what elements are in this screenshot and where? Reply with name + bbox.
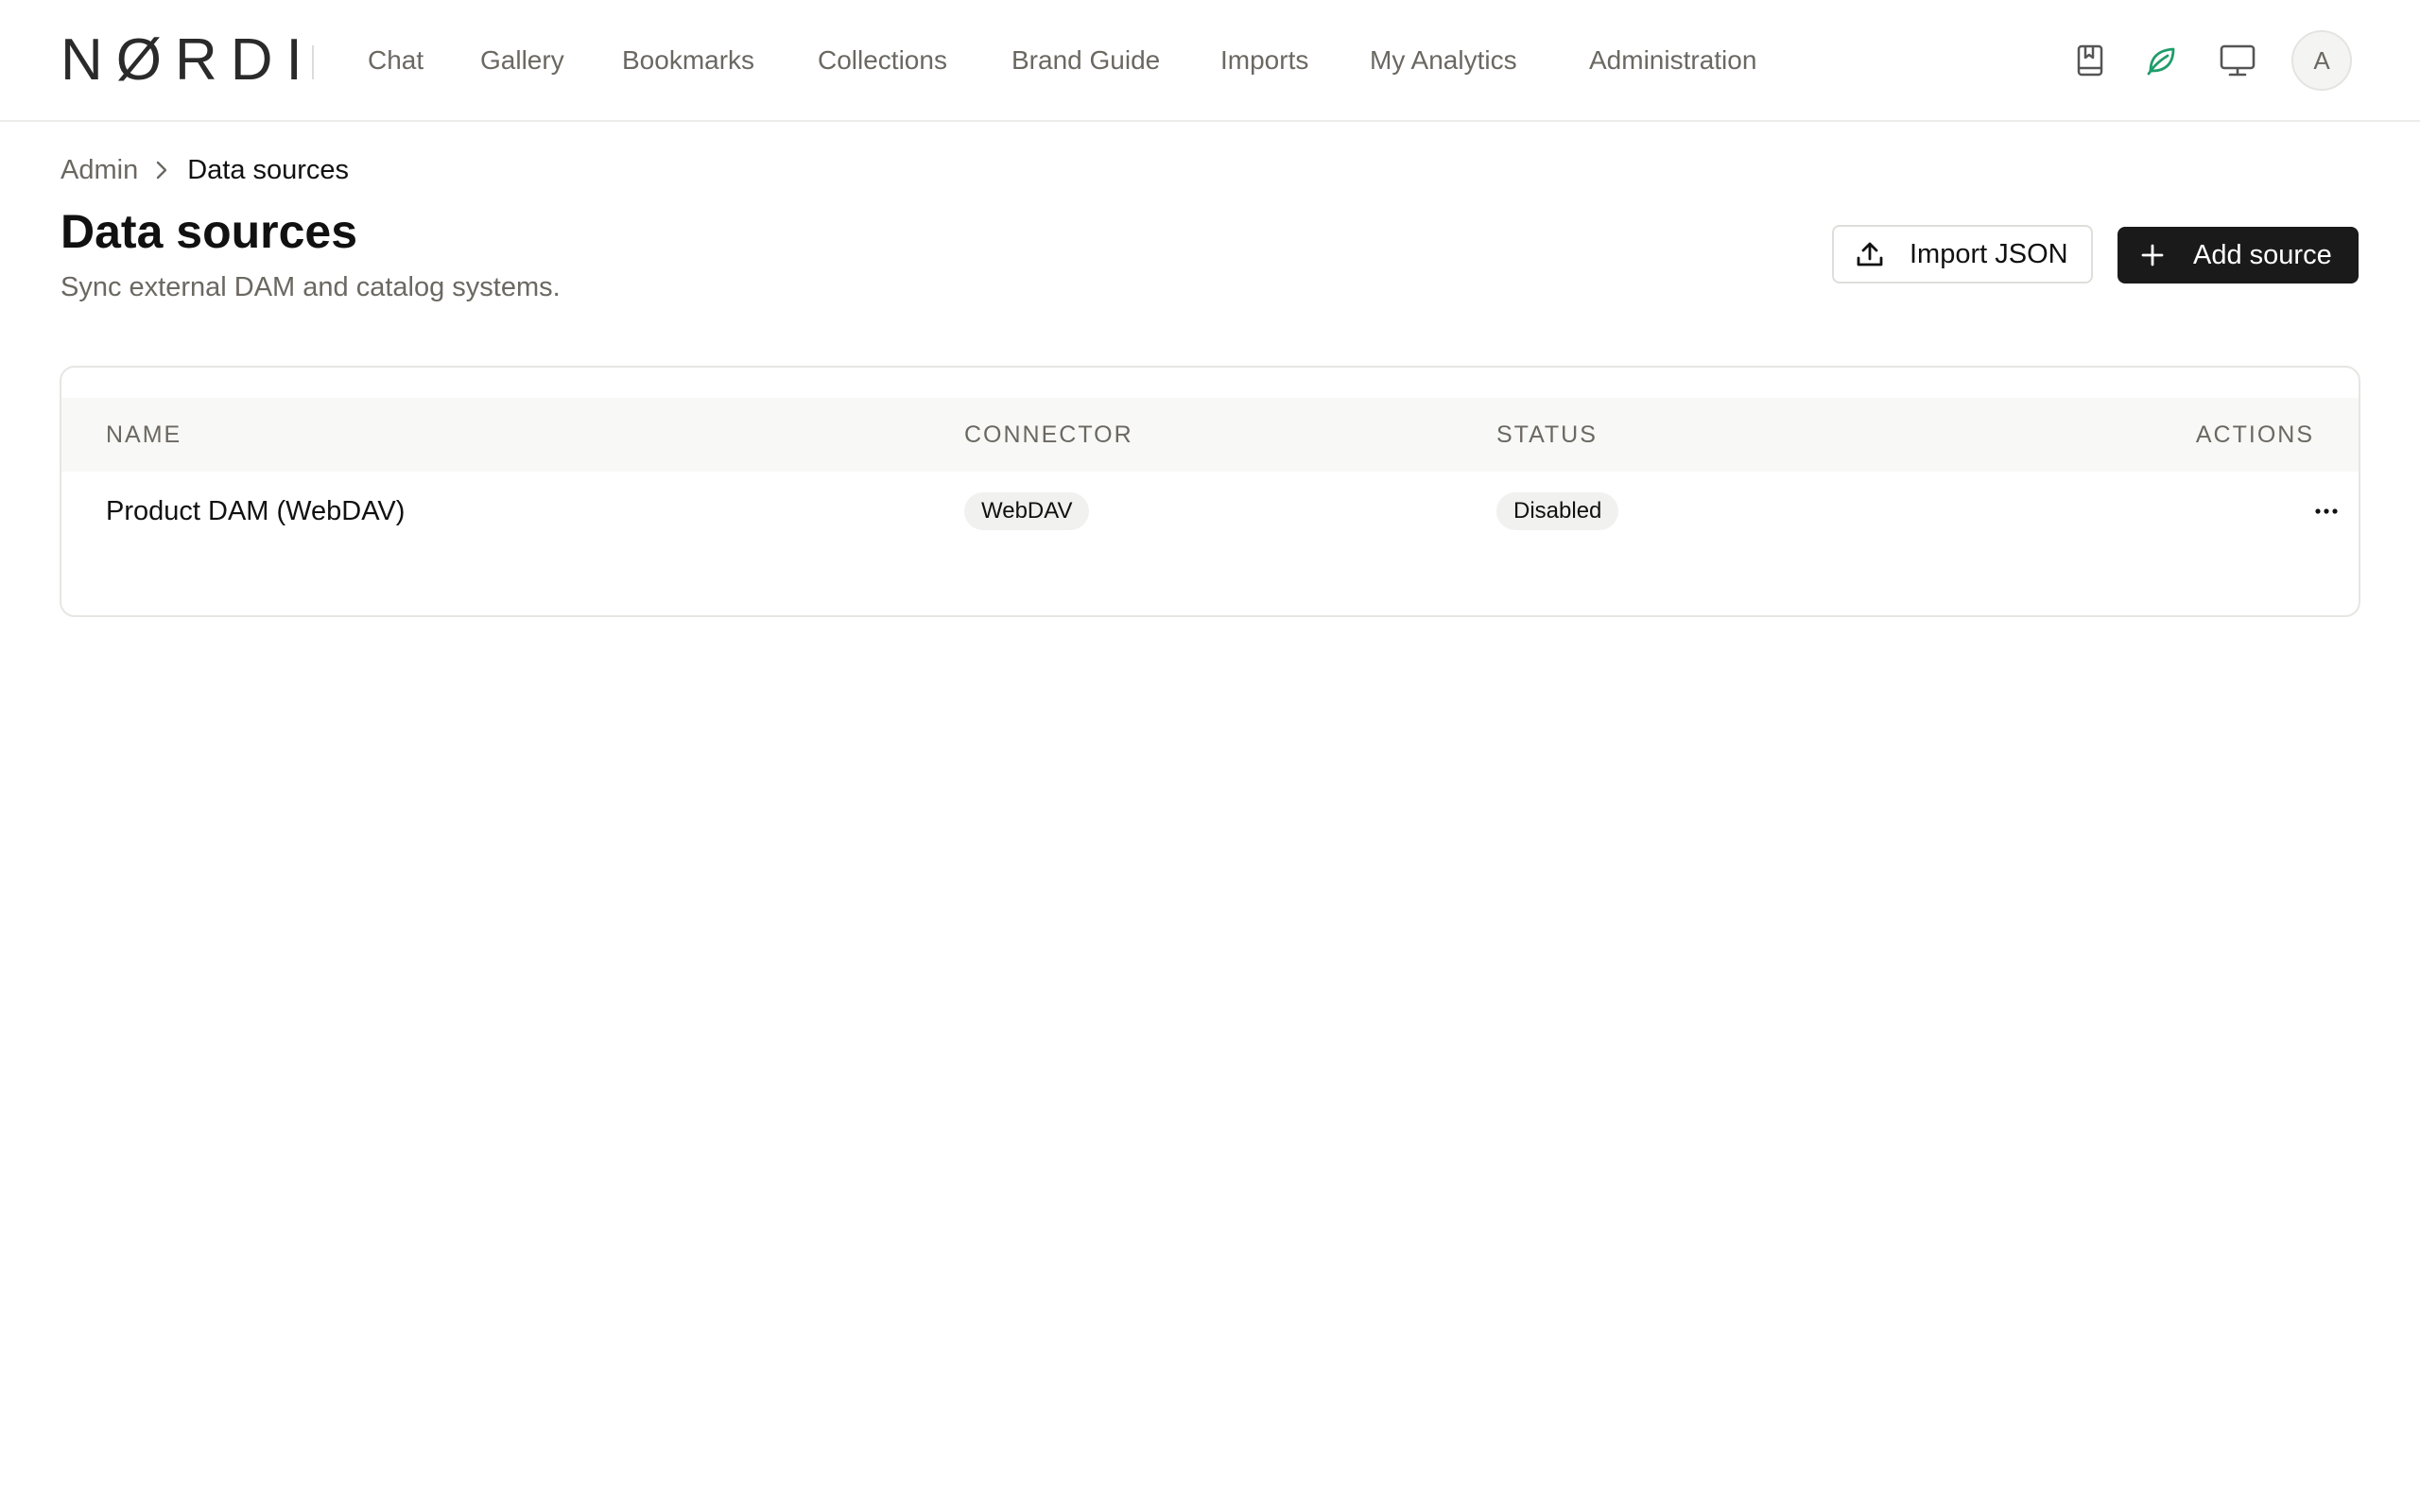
nav-item-chat[interactable]: Chat (368, 42, 424, 79)
column-header-status: STATUS (1496, 421, 1598, 448)
bookmark-icon-svg (2077, 44, 2103, 77)
more-horizontal-icon (2315, 508, 2338, 514)
column-header-connector: CONNECTOR (964, 421, 1133, 448)
nav-item-my-analytics[interactable]: My Analytics (1370, 42, 1517, 79)
top-navigation-bar: NØRDI Chat Gallery Bookmarks Collections… (0, 0, 2420, 122)
source-name[interactable]: Product DAM (WebDAV) (106, 492, 405, 530)
add-source-button[interactable]: Add source (2118, 227, 2359, 284)
table-header: NAME CONNECTOR STATUS ACTIONS (61, 398, 2359, 472)
plus-icon (2138, 243, 2167, 267)
import-json-label: Import JSON (1910, 238, 2068, 269)
page-title: Data sources (60, 205, 358, 258)
leaf-icon-svg (2147, 47, 2175, 76)
status-badge: Disabled (1496, 492, 1619, 530)
breadcrumb-admin[interactable]: Admin (60, 151, 138, 189)
chevron-right-icon (155, 160, 168, 180)
nav-item-imports[interactable]: Imports (1220, 42, 1308, 79)
column-header-actions: ACTIONS (2195, 421, 2314, 448)
nav-item-administration[interactable]: Administration (1589, 42, 1756, 79)
add-source-label: Add source (2193, 239, 2332, 270)
nav-item-gallery[interactable]: Gallery (480, 42, 564, 79)
leaf-icon[interactable] (2138, 38, 2184, 83)
nav-item-brand-guide[interactable]: Brand Guide (1011, 42, 1160, 79)
upload-icon (1853, 239, 1887, 269)
app-logo[interactable]: NØRDI (60, 31, 316, 90)
bookmark-icon[interactable] (2067, 38, 2113, 83)
page-subtitle: Sync external DAM and catalog systems. (60, 272, 561, 302)
breadcrumb: Admin Data sources (60, 151, 349, 189)
breadcrumb-current: Data sources (187, 155, 350, 185)
nav-item-collections[interactable]: Collections (818, 42, 947, 79)
logo-divider (312, 45, 314, 79)
nav-item-bookmarks[interactable]: Bookmarks (622, 42, 754, 79)
monitor-icon[interactable] (2215, 38, 2260, 83)
monitor-icon-svg (2220, 44, 2256, 77)
row-actions-menu-button[interactable] (2304, 489, 2349, 534)
import-json-button[interactable]: Import JSON (1832, 225, 2093, 284)
table-row[interactable]: Product DAM (WebDAV) WebDAV Disabled (61, 472, 2359, 585)
column-header-name: NAME (106, 421, 182, 448)
data-sources-table: NAME CONNECTOR STATUS ACTIONS Product DA… (60, 366, 2360, 617)
connector-badge: WebDAV (964, 492, 1090, 530)
user-avatar[interactable]: A (2291, 30, 2352, 91)
